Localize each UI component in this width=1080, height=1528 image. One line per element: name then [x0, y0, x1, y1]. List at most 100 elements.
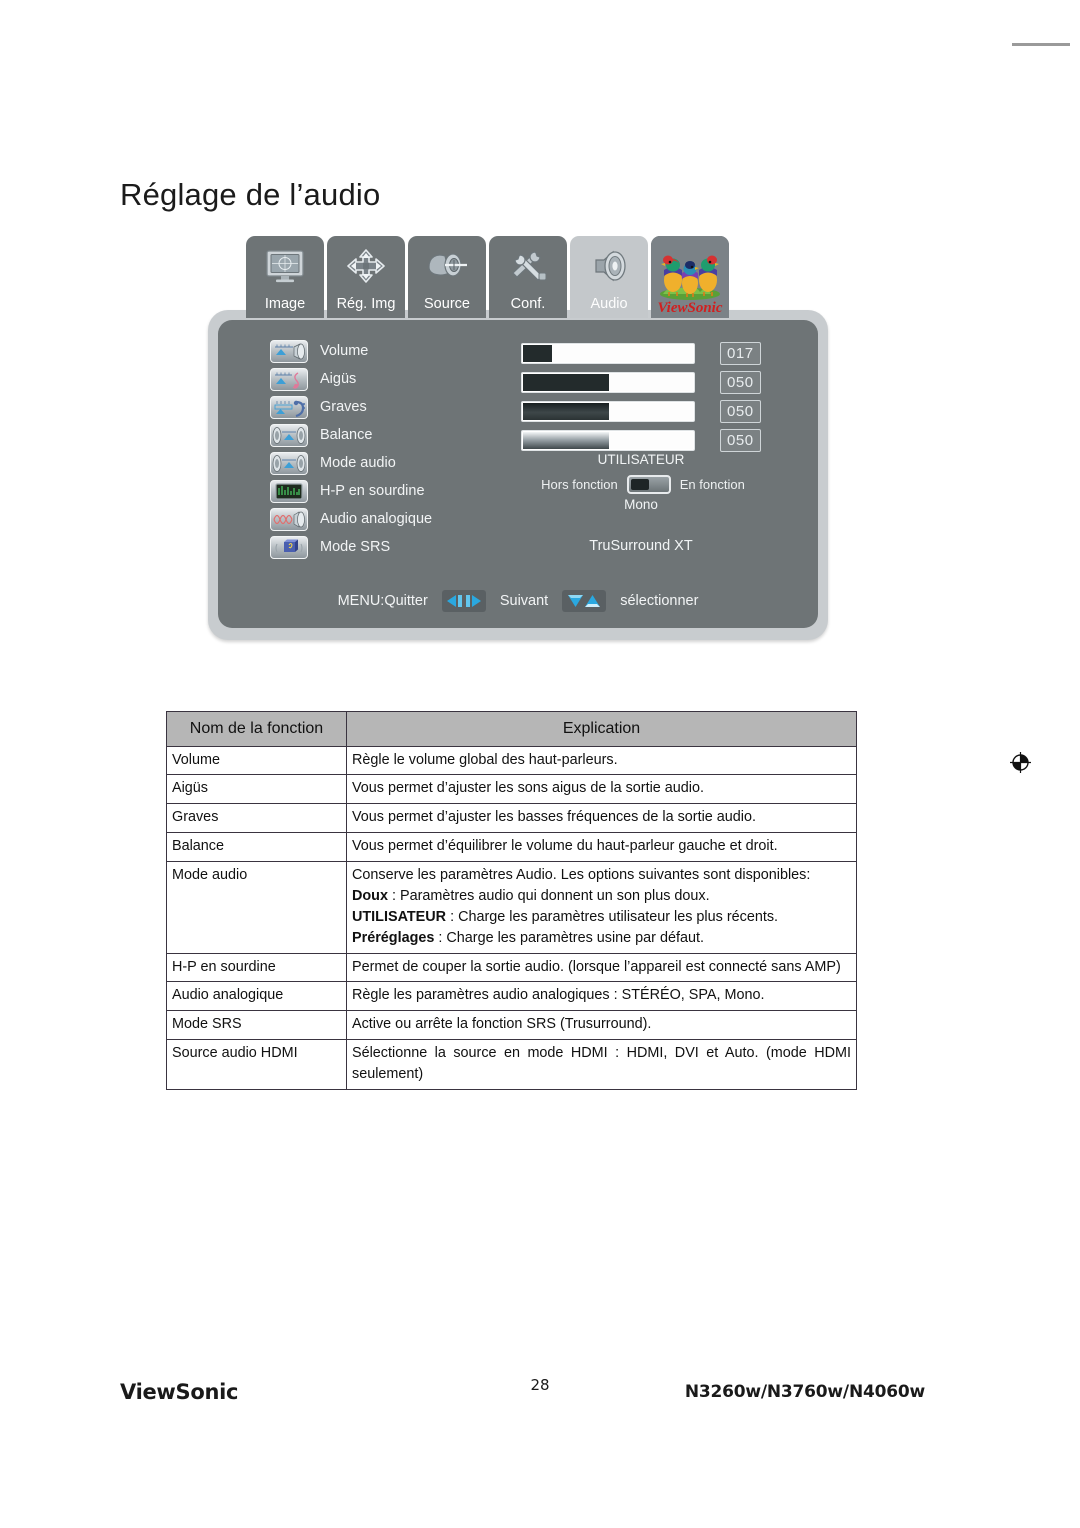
row-name: Audio analogique	[166, 981, 347, 1012]
slider-track[interactable]	[521, 342, 695, 364]
exit-label: MENU:Quitter	[337, 593, 428, 609]
volume-speaker-icon	[270, 339, 308, 363]
slider-track[interactable]	[521, 429, 695, 451]
toggle-knob	[630, 479, 649, 490]
osd-tab-strip: Image Rég. Img Source Conf. Audio ViewSo…	[246, 236, 729, 318]
row-name: Aigüs	[166, 774, 347, 805]
tab-viewsonic-logo[interactable]: ViewSonic	[651, 236, 729, 318]
slider-aigus[interactable]: 050	[521, 368, 761, 396]
mute-toggle-switch[interactable]	[626, 475, 671, 494]
slider-track[interactable]	[521, 371, 695, 393]
slider-value: 050	[719, 399, 761, 423]
tab-label: Image	[264, 295, 306, 312]
osd-nav-bar: MENU:Quitter Suivant sélectionner	[218, 590, 818, 612]
osd-panel-frame: Volume Aigüs Graves Balance Mode audio H…	[208, 310, 828, 640]
setting-label: Graves	[320, 399, 367, 415]
srs-value: TruSurround XT	[589, 538, 693, 554]
table-row: Mode SRS Active ou arrête la fonction SR…	[166, 1010, 857, 1041]
monitor-icon	[246, 236, 324, 297]
osd-settings-list: Volume Aigüs Graves Balance Mode audio H…	[270, 338, 432, 560]
setting-row-audio-analogique[interactable]: Audio analogique	[270, 506, 432, 532]
osd-slider-column: 017 050 050 050	[521, 339, 761, 455]
tab-label: Rég. Img	[336, 295, 396, 312]
table-row: Mode audio Conserve les paramètres Audio…	[166, 861, 857, 954]
analog-wave-icon	[270, 507, 308, 531]
mute-toggle-row: Hors fonction En fonction	[473, 475, 813, 494]
tab-conf[interactable]: Conf.	[489, 236, 567, 318]
row-explanation: Règle les paramètres audio analogiques :…	[346, 981, 857, 1012]
row-name: Volume	[166, 745, 347, 776]
connector-icon	[408, 236, 486, 297]
viewsonic-birds-logo: ViewSonic	[651, 236, 729, 318]
row-explanation: Sélectionne la source en mode HDMI : HDM…	[346, 1039, 857, 1090]
slider-fill	[523, 373, 609, 391]
treble-note-icon	[270, 367, 308, 391]
row-name: Mode SRS	[166, 1010, 347, 1041]
table-row: Aigüs Vous permet d’ajuster les sons aig…	[166, 774, 857, 805]
left-right-arrows-icon[interactable]	[441, 590, 486, 612]
tab-label: Conf.	[510, 295, 546, 312]
setting-row-mode-audio[interactable]: Mode audio	[270, 450, 432, 476]
row-explanation: Active ou arrête la fonction SRS (Trusur…	[346, 1010, 857, 1041]
mute-off-label: Hors fonction	[541, 477, 618, 492]
slider-value: 017	[719, 341, 761, 365]
up-down-triangles-icon[interactable]	[562, 590, 607, 612]
balance-speakers-icon	[270, 423, 308, 447]
setting-label: Aigüs	[320, 371, 357, 387]
setting-label: H-P en sourdine	[320, 483, 425, 499]
row-name: Mode audio	[166, 861, 347, 954]
tab-audio[interactable]: Audio	[570, 236, 648, 318]
slider-fill	[523, 344, 553, 362]
table-header-row: Nom de la fonction Explication	[166, 711, 857, 747]
table-row: Volume Règle le volume global des haut-p…	[166, 745, 857, 776]
row-name: Graves	[166, 803, 347, 834]
mute-equalizer-icon	[270, 479, 308, 503]
setting-row-volume[interactable]: Volume	[270, 338, 432, 364]
setting-row-mode-srs[interactable]: Mode SRS	[270, 534, 432, 560]
tab-source[interactable]: Source	[408, 236, 486, 318]
slider-track[interactable]	[521, 400, 695, 422]
slider-volume[interactable]: 017	[521, 339, 761, 367]
function-table: Nom de la fonction Explication Volume Rè…	[166, 711, 857, 1090]
footer-models: N3260w/N3760w/N4060w	[684, 1382, 925, 1402]
slider-fill	[523, 402, 609, 420]
row-explanation: Règle le volume global des haut-parleurs…	[346, 745, 857, 776]
slider-value: 050	[719, 428, 761, 452]
slider-fill	[523, 431, 609, 449]
tab-reg-img[interactable]: Rég. Img	[327, 236, 405, 318]
row-explanation: Vous permet d’ajuster les sons aigus de …	[346, 774, 857, 805]
setting-row-hp-sourdine[interactable]: H-P en sourdine	[270, 478, 432, 504]
row-name: Balance	[166, 832, 347, 863]
header-nom-fonction: Nom de la fonction	[166, 711, 347, 747]
row-explanation: Vous permet d’équilibrer le volume du ha…	[346, 832, 857, 863]
row-explanation: Vous permet d’ajuster les basses fréquen…	[346, 803, 857, 834]
tab-image[interactable]: Image	[246, 236, 324, 318]
setting-label: Audio analogique	[320, 511, 433, 527]
audio-mode-value: UTILISATEUR	[597, 452, 685, 467]
tools-icon	[489, 236, 567, 297]
bass-clef-icon	[270, 395, 308, 419]
setting-label: Volume	[320, 343, 369, 359]
table-row: H-P en sourdine Permet de couper la sort…	[166, 952, 857, 983]
audio-mode-speakers-icon	[270, 451, 308, 475]
slider-value: 050	[719, 370, 761, 394]
row-name: Source audio HDMI	[166, 1039, 347, 1090]
page-title: Réglage de l’audio	[120, 176, 381, 212]
setting-row-aigus[interactable]: Aigüs	[270, 366, 432, 392]
osd-menu: Image Rég. Img Source Conf. Audio ViewSo…	[208, 236, 828, 656]
setting-label: Mode audio	[320, 455, 396, 471]
header-explication: Explication	[346, 711, 857, 747]
setting-label: Balance	[320, 427, 373, 443]
slider-balance[interactable]: 050	[521, 426, 761, 454]
setting-row-balance[interactable]: Balance	[270, 422, 432, 448]
tab-label: Source	[424, 295, 470, 312]
next-label: Suivant	[499, 593, 549, 609]
registration-mark	[1010, 752, 1031, 773]
select-label: sélectionner	[620, 593, 699, 609]
table-row: Balance Vous permet d’équilibrer le volu…	[166, 832, 857, 863]
row-name: H-P en sourdine	[166, 952, 347, 983]
slider-graves[interactable]: 050	[521, 397, 761, 425]
analog-audio-value: Mono	[624, 497, 658, 512]
setting-row-graves[interactable]: Graves	[270, 394, 432, 420]
table-row: Graves Vous permet d’ajuster les basses …	[166, 803, 857, 834]
